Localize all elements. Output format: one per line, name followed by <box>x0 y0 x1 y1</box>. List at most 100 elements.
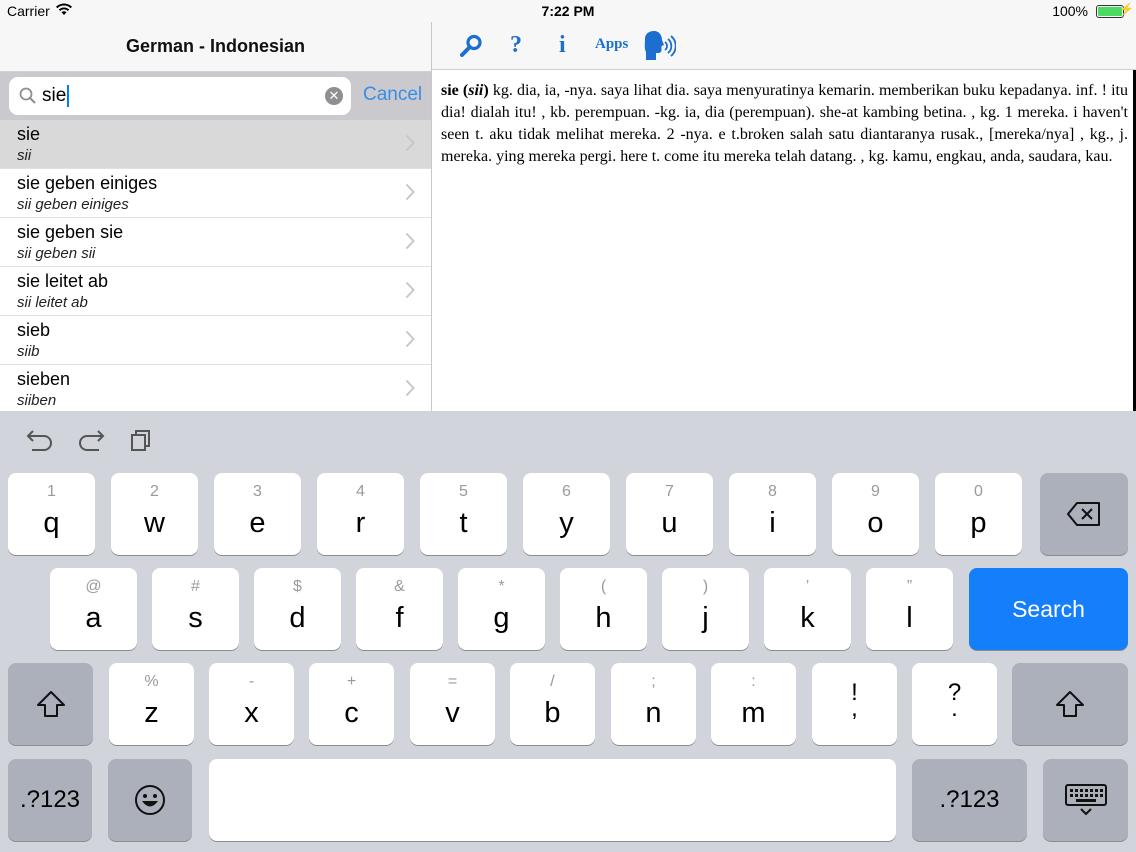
key-w[interactable]: 2w <box>111 473 198 555</box>
result-pronunciation: sii geben einiges <box>17 196 129 213</box>
list-item[interactable]: sie leitet ab sii leitet ab <box>0 267 431 316</box>
key-m[interactable]: :m <box>711 663 796 745</box>
key-exclamation[interactable]: !, <box>812 663 897 745</box>
key-q[interactable]: 1q <box>8 473 95 555</box>
chevron-right-icon <box>405 183 415 206</box>
key-j[interactable]: )j <box>662 568 749 650</box>
search-key-label: Search <box>969 568 1128 650</box>
key-k[interactable]: ’k <box>764 568 851 650</box>
key-n[interactable]: ;n <box>611 663 696 745</box>
key-u-label: u <box>626 507 713 540</box>
paste-icon[interactable] <box>130 428 154 457</box>
navigation-bar: German - Indonesian <box>0 22 431 72</box>
charging-icon: ⚡ <box>1119 2 1134 16</box>
shift-left-key[interactable] <box>8 663 93 745</box>
key-b-alt: / <box>510 673 595 691</box>
apps-button[interactable]: Apps <box>595 36 628 53</box>
cancel-button[interactable]: Cancel <box>363 84 422 106</box>
list-item[interactable]: sieben siiben <box>0 365 431 414</box>
list-item[interactable]: sie geben sie sii geben sii <box>0 218 431 267</box>
key-x[interactable]: -x <box>209 663 294 745</box>
key-m-label: m <box>711 697 796 730</box>
key-comma-label: , <box>812 695 897 723</box>
key-g[interactable]: *g <box>458 568 545 650</box>
search-key[interactable]: Search <box>969 568 1128 650</box>
key-y[interactable]: 6y <box>523 473 610 555</box>
undo-icon[interactable] <box>26 428 54 457</box>
result-pronunciation: siiben <box>17 392 56 409</box>
key-v-alt: = <box>410 673 495 691</box>
space-bar[interactable] <box>209 759 896 841</box>
chevron-right-icon <box>405 134 415 157</box>
key-h[interactable]: (h <box>560 568 647 650</box>
key-period-label: . <box>912 695 997 723</box>
detail-toolbar: ? i Apps <box>432 22 1136 70</box>
key-p[interactable]: 0p <box>935 473 1022 555</box>
numbers-key-label: .?123 <box>8 759 92 841</box>
dismiss-keyboard-key[interactable] <box>1043 759 1128 841</box>
key-f-alt: & <box>356 578 443 596</box>
result-pronunciation: sii <box>17 147 31 164</box>
help-button[interactable]: ? <box>510 32 522 59</box>
chevron-right-icon <box>405 379 415 402</box>
key-d[interactable]: $d <box>254 568 341 650</box>
status-bar: Carrier 7:22 PM 100% ⚡ <box>0 0 1136 22</box>
numbers-key-left[interactable]: .?123 <box>8 759 92 841</box>
key-question[interactable]: ?. <box>912 663 997 745</box>
key-o-alt: 9 <box>832 483 919 501</box>
key-z[interactable]: %z <box>109 663 194 745</box>
key-m-alt: : <box>711 673 796 691</box>
key-u-alt: 7 <box>626 483 713 501</box>
page-title: German - Indonesian <box>126 36 305 57</box>
key-c[interactable]: +c <box>309 663 394 745</box>
shift-icon <box>8 663 93 745</box>
clear-icon[interactable]: ✕ <box>325 87 343 105</box>
entry-definition: kg. dia, ia, -nya. saya lihat dia. saya … <box>441 82 1128 165</box>
key-j-alt: ) <box>662 578 749 596</box>
key-c-label: c <box>309 697 394 730</box>
key-l[interactable]: ”l <box>866 568 953 650</box>
key-f[interactable]: &f <box>356 568 443 650</box>
key-l-alt: ” <box>866 578 953 596</box>
key-s[interactable]: #s <box>152 568 239 650</box>
text-caret <box>67 85 69 107</box>
numbers-key-label: .?123 <box>912 759 1027 841</box>
key-v[interactable]: =v <box>410 663 495 745</box>
result-word: sieben <box>17 369 70 390</box>
key-i-alt: 8 <box>729 483 816 501</box>
list-item[interactable]: sieb siib <box>0 316 431 365</box>
key-r[interactable]: 4r <box>317 473 404 555</box>
key-b[interactable]: /b <box>510 663 595 745</box>
key-p-label: p <box>935 507 1022 540</box>
shift-right-key[interactable] <box>1012 663 1128 745</box>
redo-icon[interactable] <box>77 428 105 457</box>
battery-percent: 100% <box>1052 3 1088 19</box>
chevron-right-icon <box>405 281 415 304</box>
clock: 7:22 PM <box>0 3 1136 19</box>
list-item[interactable]: sie geben einiges sii geben einiges <box>0 169 431 218</box>
key-t[interactable]: 5t <box>420 473 507 555</box>
numbers-key-right[interactable]: .?123 <box>912 759 1027 841</box>
list-item[interactable]: sie sii <box>0 120 431 169</box>
keyboard-hide-icon <box>1043 759 1128 841</box>
key-o[interactable]: 9o <box>832 473 919 555</box>
key-u[interactable]: 7u <box>626 473 713 555</box>
backspace-key[interactable] <box>1040 473 1128 555</box>
search-input[interactable]: sie ✕ <box>9 77 351 115</box>
entry-pronunciation: sii <box>468 82 483 99</box>
key-i[interactable]: 8i <box>729 473 816 555</box>
results-list: sie sii sie geben einiges sii geben eini… <box>0 120 431 414</box>
info-button[interactable]: i <box>559 32 566 59</box>
key-e[interactable]: 3e <box>214 473 301 555</box>
search-query: sie <box>42 85 66 106</box>
emoji-key[interactable] <box>108 759 192 841</box>
detail-pane: ? i Apps sie (sii) kg. dia, ia, -nya. sa… <box>432 22 1136 411</box>
dictionary-entry: sie (sii) kg. dia, ia, -nya. saya lihat … <box>441 80 1128 168</box>
result-word: sieb <box>17 320 50 341</box>
result-pronunciation: siib <box>17 343 40 360</box>
speak-icon[interactable] <box>642 30 676 67</box>
key-q-alt: 1 <box>8 483 95 501</box>
magnifier-icon[interactable] <box>459 34 483 63</box>
key-a[interactable]: @a <box>50 568 137 650</box>
left-pane: German - Indonesian sie ✕ Cancel sie sii… <box>0 22 431 411</box>
